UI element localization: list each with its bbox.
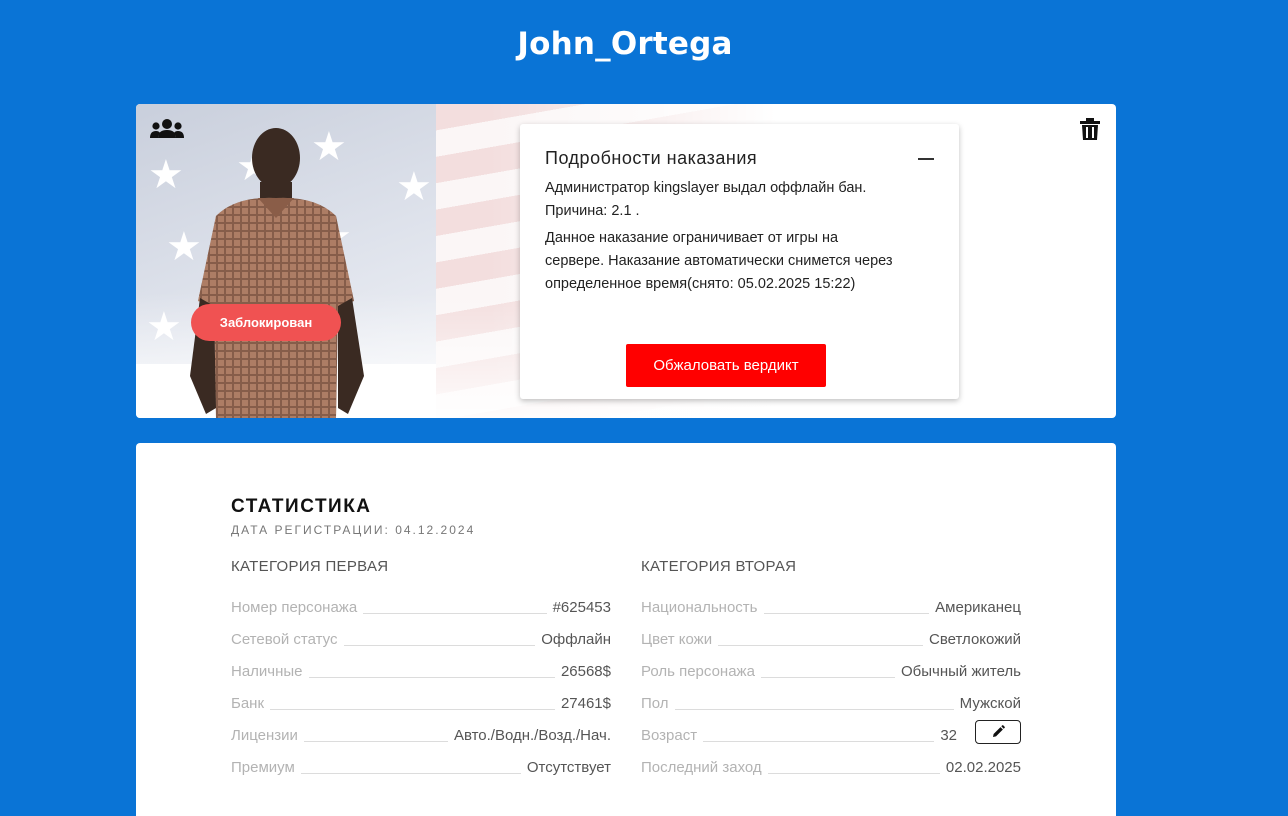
stat-divider [674, 709, 954, 710]
stat-row-last-login: Последний заход 02.02.2025 [641, 754, 1021, 776]
punishment-admin-text: Администратор kingslayer выдал оффлайн б… [545, 180, 867, 196]
punishment-title: Подробности наказания [545, 148, 758, 168]
stat-row-bank: Банк 27461$ [231, 690, 611, 712]
stat-row-network-status: Сетевой статус Оффлайн [231, 626, 611, 648]
player-name-title: John_Ortega [517, 26, 733, 62]
stat-value: Авто./Водн./Возд./Нач. [453, 727, 611, 744]
stat-divider [270, 709, 555, 710]
stat-value: Отсутствует [526, 759, 611, 776]
punishment-description-line: Данное наказание ограничивает от игры на [545, 230, 839, 246]
character-avatar [190, 128, 364, 418]
stat-label: Сетевой статус [231, 631, 338, 648]
banned-status-badge: Заблокирован [191, 304, 341, 341]
stat-value: 02.02.2025 [945, 759, 1021, 776]
statistics-title: СТАТИСТИКА [231, 496, 372, 517]
stat-row-age: Возраст 32 [641, 720, 1021, 744]
stat-label: Премиум [231, 759, 295, 776]
stat-label: Наличные [231, 663, 303, 680]
users-group-icon[interactable] [150, 118, 184, 140]
stat-divider [343, 645, 536, 646]
stat-divider [308, 677, 555, 678]
stat-label: Пол [641, 695, 669, 712]
stat-divider [703, 741, 935, 742]
stat-row-character-role: Роль персонажа Обычный житель [641, 658, 1021, 680]
collapse-button[interactable] [912, 148, 940, 170]
stat-value: Обычный житель [901, 663, 1021, 680]
punishment-description-line: определенное время(снято: 05.02.2025 15:… [545, 276, 856, 292]
stat-label: Последний заход [641, 759, 762, 776]
stat-divider [763, 613, 930, 614]
punishment-reason-text: Причина: 2.1 . [545, 203, 640, 219]
stat-label: Роль персонажа [641, 663, 755, 680]
profile-hero-card: ★ ★ ★ ★ ★ ★ ★ Заблокирован [136, 104, 1116, 418]
stat-row-gender: Пол Мужской [641, 690, 1021, 712]
stat-row-licenses: Лицензии Авто./Водн./Возд./Нач. [231, 722, 611, 744]
statistics-card: СТАТИСТИКА ДАТА РЕГИСТРАЦИИ: 04.12.2024 … [136, 443, 1116, 816]
stat-value: 27461$ [560, 695, 611, 712]
stat-divider [767, 773, 940, 774]
stat-divider [303, 741, 448, 742]
stat-divider [760, 677, 895, 678]
stat-divider [363, 613, 547, 614]
category-second-title: КАТЕГОРИЯ ВТОРАЯ [641, 558, 797, 575]
punishment-details-panel: Подробности наказания Администратор king… [520, 124, 959, 399]
minus-icon [918, 158, 934, 160]
stat-value: Американец [935, 599, 1021, 616]
stat-divider [718, 645, 924, 646]
stat-value: Светлокожий [929, 631, 1021, 648]
trash-icon[interactable] [1080, 118, 1100, 140]
stat-label: Банк [231, 695, 265, 712]
stat-label: Возраст [641, 727, 698, 744]
pencil-icon [993, 725, 1005, 737]
stat-value: Оффлайн [541, 631, 611, 648]
stat-row-skin-color: Цвет кожи Светлокожий [641, 626, 1021, 648]
appeal-verdict-button[interactable]: Обжаловать вердикт [626, 344, 826, 387]
stat-row-premium: Премиум Отсутствует [231, 754, 611, 776]
punishment-description-line: сервере. Наказание автоматически сниметс… [545, 253, 893, 269]
stat-value: Мужской [959, 695, 1021, 712]
stat-value: 26568$ [560, 663, 611, 680]
stat-row-character-number: Номер персонажа #625453 [231, 594, 611, 616]
stat-row-nationality: Национальность Американец [641, 594, 1021, 616]
category-first-title: КАТЕГОРИЯ ПЕРВАЯ [231, 558, 389, 575]
stat-label: Номер персонажа [231, 599, 358, 616]
stat-value: #625453 [552, 599, 611, 616]
stat-value: 32 [940, 727, 957, 744]
stat-divider [300, 773, 521, 774]
edit-age-button[interactable] [975, 720, 1021, 744]
stat-label: Лицензии [231, 727, 298, 744]
stat-row-cash: Наличные 26568$ [231, 658, 611, 680]
registration-date: ДАТА РЕГИСТРАЦИИ: 04.12.2024 [231, 523, 476, 537]
stat-label: Национальность [641, 599, 758, 616]
stat-label: Цвет кожи [641, 631, 713, 648]
